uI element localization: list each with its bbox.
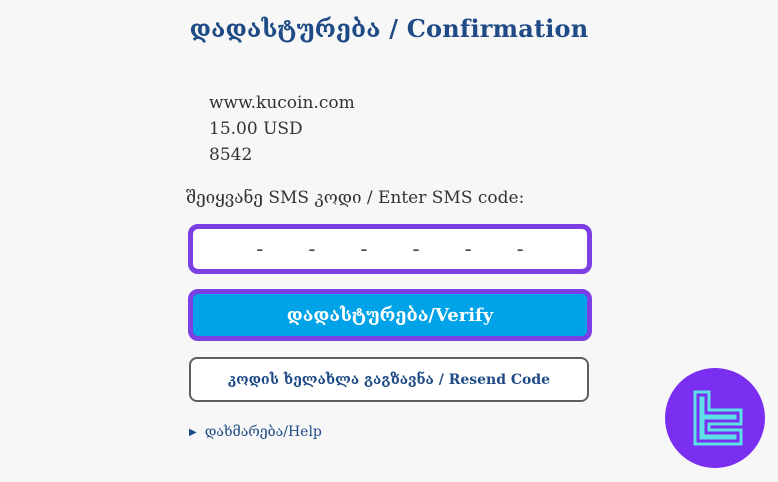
tc-logo-icon xyxy=(665,368,765,468)
confirmation-page: დადასტურება / Confirmation www.kucoin.co… xyxy=(0,0,778,482)
transaction-details: www.kucoin.com 15.00 USD 8542 xyxy=(209,90,355,168)
merchant-url: www.kucoin.com xyxy=(209,93,355,113)
page-title: დადასტურება / Confirmation xyxy=(189,14,589,43)
payment-amount: 15.00 USD xyxy=(209,119,303,139)
help-label: დახმარება/Help xyxy=(204,424,322,440)
card-number-suffix: 8542 xyxy=(209,145,253,165)
resend-code-button[interactable]: კოდის ხელახლა გაგზავნა / Resend Code xyxy=(189,357,589,402)
verify-button[interactable]: დადასტურება/Verify xyxy=(188,289,592,341)
sms-code-label: შეიყვანე SMS კოდი / Enter SMS code: xyxy=(186,188,525,208)
help-toggle[interactable]: ▶ დახმარება/Help xyxy=(189,424,322,440)
sms-code-input[interactable] xyxy=(188,224,592,274)
triangle-right-icon: ▶ xyxy=(189,426,197,438)
